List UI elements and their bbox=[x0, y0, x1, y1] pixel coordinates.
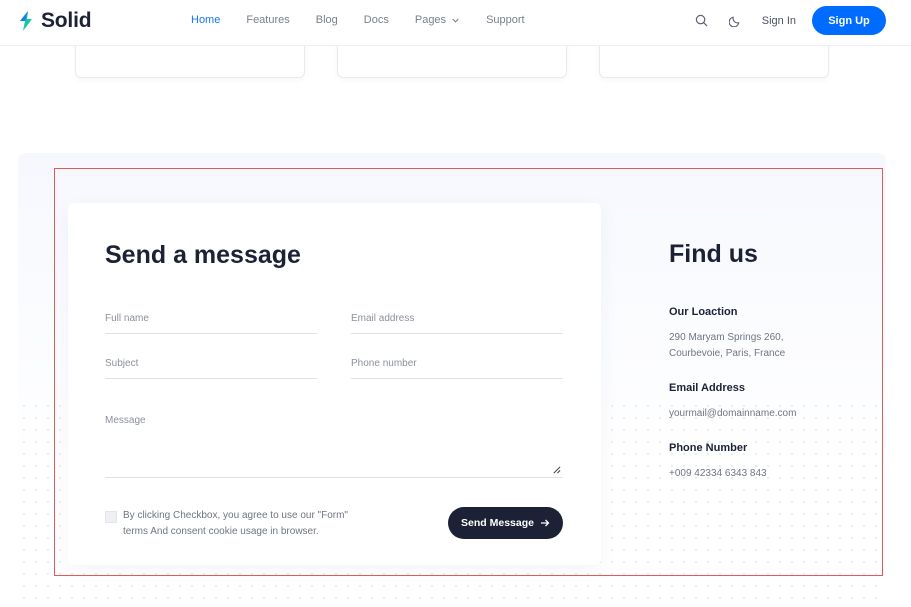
send-message-button[interactable]: Send Message bbox=[448, 507, 563, 539]
site-header: Solid Home Features Blog Docs Pages Supp… bbox=[0, 0, 911, 46]
subject-field[interactable]: Subject bbox=[105, 349, 317, 379]
consent-row: By clicking Checkbox, you agree to use o… bbox=[105, 508, 373, 540]
send-message-label: Send Message bbox=[461, 517, 534, 529]
signup-button[interactable]: Sign Up bbox=[812, 6, 886, 35]
nav-home[interactable]: Home bbox=[191, 14, 220, 26]
search-icon bbox=[696, 14, 708, 27]
nav-docs[interactable]: Docs bbox=[364, 14, 389, 26]
full-name-field[interactable]: Full name bbox=[105, 304, 317, 334]
nav-pages[interactable]: Pages bbox=[415, 14, 460, 26]
moon-icon bbox=[729, 16, 740, 27]
find-us: Find us bbox=[669, 240, 758, 269]
phone-number-value: +009 42334 6343 843 bbox=[669, 468, 767, 479]
consent-text: By clicking Checkbox, you agree to use o… bbox=[123, 510, 348, 537]
contact-form: Send a message Full name Email address S… bbox=[68, 203, 601, 565]
email-address-label: Email Address bbox=[669, 382, 746, 394]
logo-icon bbox=[20, 11, 32, 31]
location-label: Our Loaction bbox=[669, 306, 738, 318]
page: Solid Home Features Blog Docs Pages Supp… bbox=[0, 0, 911, 607]
nav-pages-label: Pages bbox=[414, 14, 447, 26]
nav-support[interactable]: Support bbox=[486, 14, 525, 26]
nav-blog[interactable]: Blog bbox=[316, 14, 338, 26]
find-us-title: Find us bbox=[669, 240, 758, 268]
main-nav: Home Features Blog Docs Pages Support bbox=[191, 14, 551, 26]
logo-text: Solid bbox=[41, 9, 92, 32]
search-button[interactable] bbox=[694, 13, 710, 29]
header-actions: Sign In Sign Up bbox=[694, 6, 886, 35]
subject-placeholder: Subject bbox=[105, 358, 139, 369]
resize-handle-icon[interactable] bbox=[552, 465, 561, 474]
signin-link[interactable]: Sign In bbox=[762, 15, 796, 27]
arrow-right-icon bbox=[540, 519, 550, 527]
email-field[interactable]: Email address bbox=[351, 304, 563, 334]
phone-field[interactable]: Phone number bbox=[351, 349, 563, 379]
consent-checkbox[interactable] bbox=[105, 511, 117, 523]
logo[interactable]: Solid bbox=[17, 9, 92, 33]
theme-toggle[interactable] bbox=[728, 13, 744, 29]
nav-features[interactable]: Features bbox=[246, 14, 289, 26]
phone-number-label: Phone Number bbox=[669, 442, 748, 454]
email-placeholder: Email address bbox=[351, 313, 415, 324]
message-textarea[interactable]: Message bbox=[105, 408, 563, 478]
chevron-down-icon bbox=[452, 18, 459, 23]
email-address-value: yourmail@domainname.com bbox=[669, 408, 797, 419]
full-name-placeholder: Full name bbox=[105, 313, 149, 324]
location-value: 290 Maryam Springs 260, Courbevoie, Pari… bbox=[669, 332, 786, 359]
message-placeholder: Message bbox=[105, 415, 146, 426]
phone-placeholder: Phone number bbox=[351, 358, 417, 369]
form-title: Send a message bbox=[105, 241, 301, 269]
